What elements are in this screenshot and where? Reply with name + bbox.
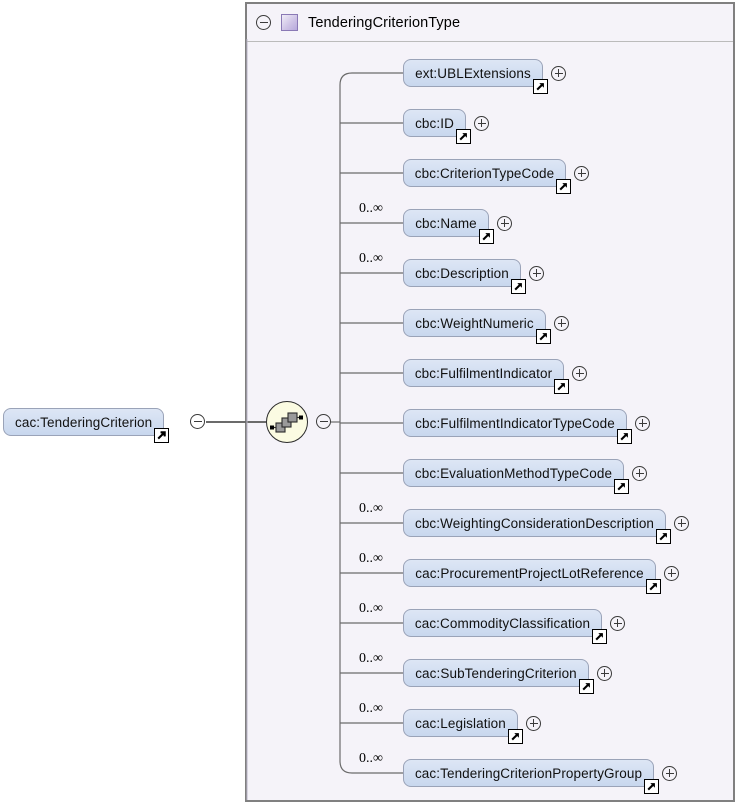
child-element-label: ext:UBLExtensions (415, 65, 531, 81)
child-element-label: cbc:WeightingConsiderationDescription (414, 515, 655, 531)
type-panel-header: TenderingCriterionType (247, 4, 733, 42)
child-element-expand-icon[interactable] (635, 415, 650, 431)
child-element-label: cbc:FulfilmentIndicatorTypeCode (415, 415, 615, 431)
cardinality-label: 0..∞ (359, 551, 383, 566)
child-element-expand-icon[interactable] (662, 765, 677, 781)
child-element-node[interactable]: cbc:CriterionTypeCode (403, 159, 571, 194)
child-element-label: cbc:WeightNumeric (415, 315, 534, 331)
child-element-expand-icon[interactable] (551, 65, 566, 81)
external-reference-arrow-icon[interactable] (617, 429, 632, 444)
external-reference-arrow-icon[interactable] (456, 129, 471, 144)
child-element-label: cbc:Name (415, 215, 477, 231)
external-reference-arrow-icon[interactable] (579, 679, 594, 694)
cardinality-label: 0..∞ (359, 651, 383, 666)
child-element-node[interactable]: cbc:Description (403, 259, 526, 294)
external-reference-arrow-icon[interactable] (646, 579, 661, 594)
external-reference-arrow-icon[interactable] (479, 229, 494, 244)
child-element-node[interactable]: cbc:WeightNumeric (403, 309, 551, 344)
type-panel-title: TenderingCriterionType (308, 14, 461, 31)
child-element-node[interactable]: cbc:ID (403, 109, 471, 144)
external-reference-arrow-icon[interactable] (592, 629, 607, 644)
type-panel-collapse-icon[interactable] (256, 15, 271, 30)
child-element-node[interactable]: cbc:FulfilmentIndicator (403, 359, 569, 394)
root-element-label: cac:TenderingCriterion (15, 414, 153, 430)
child-element-expand-icon[interactable] (474, 115, 489, 131)
child-element-node[interactable]: cbc:EvaluationMethodTypeCode (403, 459, 629, 494)
compositor-collapse-icon[interactable] (316, 414, 331, 429)
child-element-expand-icon[interactable] (554, 315, 569, 331)
child-element-node[interactable]: cac:SubTenderingCriterion (403, 659, 594, 694)
external-reference-arrow-icon[interactable] (614, 479, 629, 494)
child-element-node[interactable]: cbc:FulfilmentIndicatorTypeCode (403, 409, 632, 444)
cardinality-label: 0..∞ (359, 201, 383, 216)
child-element-expand-icon[interactable] (632, 465, 647, 481)
child-element-node[interactable]: cac:TenderingCriterionPropertyGroup (403, 759, 659, 794)
child-element-node[interactable]: ext:UBLExtensions (403, 59, 548, 94)
child-element-expand-icon[interactable] (664, 565, 679, 581)
child-element-label: cac:Legislation (415, 715, 506, 731)
child-element-expand-icon[interactable] (674, 515, 689, 531)
cardinality-label: 0..∞ (359, 251, 383, 266)
child-element-label: cac:CommodityClassification (414, 615, 591, 631)
external-reference-arrow-icon[interactable] (556, 179, 571, 194)
external-reference-arrow-icon[interactable] (644, 779, 659, 794)
cardinality-label: 0..∞ (359, 601, 383, 616)
child-element-node[interactable]: cbc:WeightingConsiderationDescription (403, 509, 671, 544)
child-element-label: cbc:EvaluationMethodTypeCode (414, 465, 613, 481)
child-element-label: cac:TenderingCriterionPropertyGroup (414, 765, 643, 781)
child-element-expand-icon[interactable] (529, 265, 544, 281)
complex-type-swatch-icon (281, 14, 298, 31)
cardinality-label: 0..∞ (359, 701, 383, 716)
schema-diagram-canvas: TenderingCriterionType cac:TenderingCrit… (0, 0, 738, 806)
child-element-label: cbc:FulfilmentIndicator (414, 365, 553, 381)
child-element-node[interactable]: cac:ProcurementProjectLotReference (403, 559, 661, 594)
external-reference-arrow-icon[interactable] (554, 379, 569, 394)
child-element-node[interactable]: cbc:Name (403, 209, 494, 244)
child-element-expand-icon[interactable] (597, 665, 612, 681)
child-element-label: cac:ProcurementProjectLotReference (415, 565, 644, 581)
child-element-label: cbc:Description (415, 265, 509, 281)
child-element-node[interactable]: cac:CommodityClassification (403, 609, 607, 644)
external-reference-arrow-icon[interactable] (533, 79, 548, 94)
child-element-expand-icon[interactable] (574, 165, 589, 181)
child-element-expand-icon[interactable] (526, 715, 541, 731)
root-element-node[interactable]: cac:TenderingCriterion (3, 408, 170, 443)
external-reference-arrow-icon[interactable] (508, 729, 523, 744)
child-element-expand-icon[interactable] (497, 215, 512, 231)
child-element-node[interactable]: cac:Legislation (403, 709, 523, 744)
external-reference-arrow-icon[interactable] (511, 279, 526, 294)
external-reference-arrow-icon[interactable] (536, 329, 551, 344)
external-reference-arrow-icon[interactable] (656, 529, 671, 544)
child-element-label: cbc:CriterionTypeCode (414, 165, 555, 181)
root-element-collapse-icon[interactable] (190, 414, 205, 429)
external-reference-arrow-icon[interactable] (154, 428, 170, 443)
cardinality-label: 0..∞ (359, 501, 383, 516)
child-element-expand-icon[interactable] (610, 615, 625, 631)
cardinality-label: 0..∞ (359, 751, 383, 766)
child-element-label: cbc:ID (415, 115, 454, 131)
child-element-label: cac:SubTenderingCriterion (415, 665, 577, 681)
child-element-expand-icon[interactable] (572, 365, 587, 381)
sequence-compositor-icon[interactable] (266, 401, 308, 443)
